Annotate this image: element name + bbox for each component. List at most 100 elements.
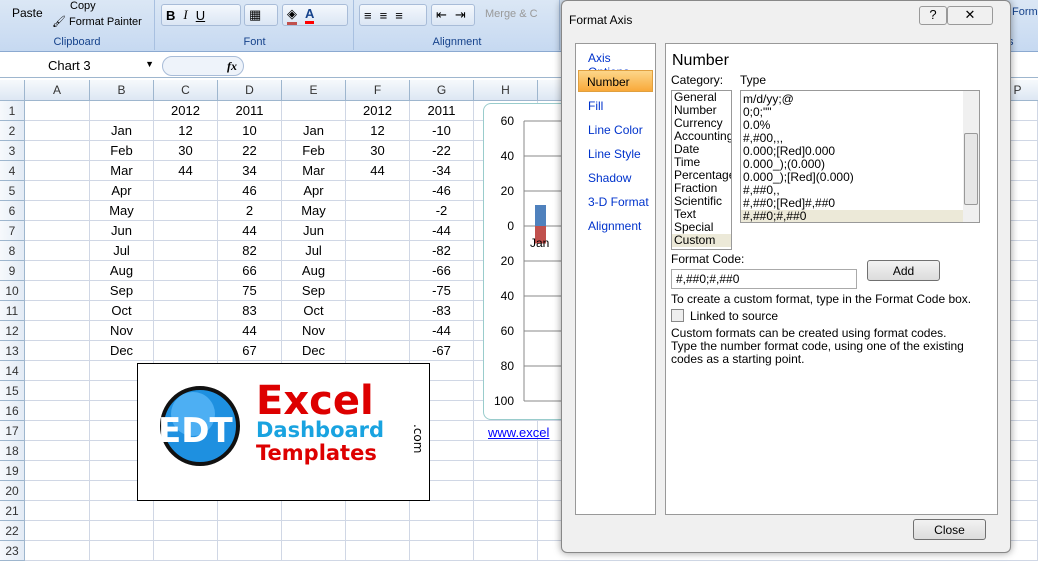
cell[interactable] [25, 441, 90, 461]
cell[interactable]: -46 [410, 181, 474, 201]
decrease-indent-icon[interactable]: ⇤ [436, 7, 447, 23]
website-link[interactable]: www.excel [488, 425, 549, 440]
chevron-down-icon[interactable]: ▼ [145, 59, 154, 69]
cell[interactable] [346, 201, 410, 221]
row-header[interactable]: 23 [0, 541, 25, 561]
cell[interactable]: -2 [410, 201, 474, 221]
align-center-icon[interactable]: ≡ [380, 8, 388, 23]
linked-to-source-checkbox[interactable] [671, 309, 684, 322]
cell[interactable] [25, 481, 90, 501]
cell[interactable] [154, 541, 218, 561]
align-left-icon[interactable]: ≡ [364, 8, 372, 23]
cell[interactable]: Sep [90, 281, 154, 301]
format-button[interactable]: Form [1012, 6, 1038, 18]
cell[interactable]: 30 [346, 141, 410, 161]
cell[interactable] [474, 521, 538, 541]
format-painter-button[interactable]: 🖌 Format Painter [52, 15, 142, 28]
cell[interactable]: 12 [154, 121, 218, 141]
row-header[interactable]: 5 [0, 181, 25, 201]
cell[interactable]: 75 [218, 281, 282, 301]
cell[interactable] [474, 541, 538, 561]
cell[interactable] [346, 221, 410, 241]
cell[interactable] [154, 321, 218, 341]
cell[interactable]: 66 [218, 261, 282, 281]
nav-3-d-format[interactable]: 3-D Format [588, 195, 649, 209]
cell[interactable] [346, 261, 410, 281]
row-header[interactable]: 9 [0, 261, 25, 281]
cell[interactable]: -66 [410, 261, 474, 281]
cell[interactable] [25, 141, 90, 161]
cell[interactable]: -44 [410, 321, 474, 341]
row-header[interactable]: 22 [0, 521, 25, 541]
cell[interactable] [25, 341, 90, 361]
cell[interactable] [25, 201, 90, 221]
chart[interactable]: 60 40 20 0 20 40 60 80 100 Jan [483, 103, 574, 420]
cell[interactable]: -75 [410, 281, 474, 301]
merge-button[interactable]: Merge & C [485, 8, 538, 20]
nav-number[interactable]: Number [578, 70, 653, 92]
type-list[interactable]: m/d/yy;@ 0;0;"" 0.0% #,#00,,, 0.000;[Red]0.0… [740, 90, 980, 223]
name-box[interactable]: Chart 3 ▼ [2, 56, 158, 76]
cell[interactable] [25, 421, 90, 441]
italic-button[interactable]: I [183, 7, 187, 23]
cell[interactable]: Apr [90, 181, 154, 201]
row-header[interactable]: 2 [0, 121, 25, 141]
cell[interactable] [25, 261, 90, 281]
cell[interactable] [346, 321, 410, 341]
cell[interactable]: -34 [410, 161, 474, 181]
cell[interactable] [154, 181, 218, 201]
cell[interactable]: Apr [282, 181, 346, 201]
cell[interactable]: Mar [282, 161, 346, 181]
column-header[interactable]: A [25, 80, 90, 101]
cell[interactable]: 12 [346, 121, 410, 141]
cell[interactable] [282, 501, 346, 521]
cell[interactable] [346, 501, 410, 521]
bold-button[interactable]: B [166, 8, 175, 23]
cell[interactable] [154, 241, 218, 261]
borders-button[interactable]: ▦ [244, 4, 278, 26]
underline-button[interactable]: U [196, 8, 205, 23]
cell[interactable] [25, 161, 90, 181]
cell[interactable] [154, 341, 218, 361]
cell[interactable] [410, 501, 474, 521]
nav-fill[interactable]: Fill [588, 99, 603, 113]
column-header[interactable]: C [154, 80, 218, 101]
nav-alignment[interactable]: Alignment [588, 219, 641, 233]
type-item[interactable]: 0;0;"" [741, 106, 963, 119]
cell[interactable] [154, 301, 218, 321]
cell[interactable] [282, 541, 346, 561]
row-header[interactable]: 7 [0, 221, 25, 241]
cell[interactable] [25, 121, 90, 141]
cell[interactable] [154, 261, 218, 281]
cell[interactable]: 22 [218, 141, 282, 161]
cell[interactable] [25, 301, 90, 321]
cell[interactable]: Nov [90, 321, 154, 341]
cell[interactable]: 67 [218, 341, 282, 361]
cell[interactable] [25, 461, 90, 481]
cell[interactable] [25, 401, 90, 421]
cell[interactable]: Sep [282, 281, 346, 301]
cell[interactable] [346, 521, 410, 541]
copy-button[interactable]: Copy [70, 0, 96, 12]
row-header[interactable]: 8 [0, 241, 25, 261]
cell[interactable]: Jan [90, 121, 154, 141]
cell[interactable]: 2012 [154, 101, 218, 121]
category-list[interactable]: General Number Currency Accounting Date Time P… [671, 90, 732, 250]
cell[interactable]: Dec [90, 341, 154, 361]
paste-button[interactable]: Paste [12, 6, 43, 20]
font-color-icon[interactable]: A [305, 6, 315, 24]
close-button[interactable]: Close [913, 519, 986, 540]
align-right-icon[interactable]: ≡ [395, 8, 403, 23]
increase-indent-icon[interactable]: ⇥ [455, 7, 466, 23]
cell[interactable] [90, 101, 154, 121]
cell[interactable] [25, 541, 90, 561]
cell[interactable]: 2012 [346, 101, 410, 121]
row-header[interactable]: 14 [0, 361, 25, 381]
cell[interactable]: 2011 [410, 101, 474, 121]
cell[interactable]: 82 [218, 241, 282, 261]
cell[interactable] [25, 361, 90, 381]
cell[interactable]: -83 [410, 301, 474, 321]
cell[interactable] [282, 521, 346, 541]
cell[interactable] [218, 521, 282, 541]
cell[interactable]: May [282, 201, 346, 221]
